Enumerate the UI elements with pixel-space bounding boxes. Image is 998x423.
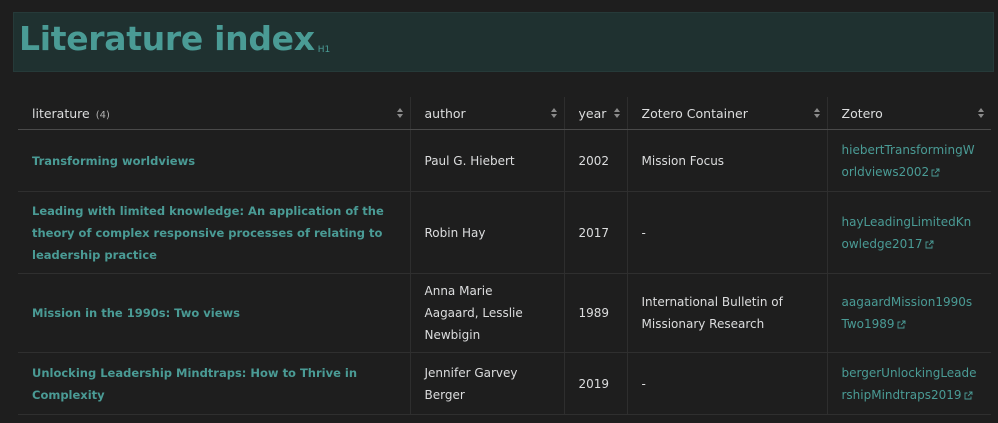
external-link-icon: [964, 391, 973, 400]
heading-bar: Literature index H1: [13, 12, 994, 72]
external-link-icon: [897, 320, 906, 329]
zotero-link-text: hiebertTransformingWorldviews2002: [841, 142, 975, 179]
author-cell: Paul G. Hiebert: [410, 129, 565, 192]
column-header-label: author: [424, 105, 466, 121]
sort-icon[interactable]: [978, 108, 984, 118]
table-header-row: literature (4) author year Zotero Contai…: [18, 97, 991, 130]
year-cell: 2002: [564, 129, 628, 192]
column-header-author[interactable]: author: [410, 97, 565, 130]
container-cell: -: [627, 352, 828, 415]
column-header-label: Zotero: [841, 105, 883, 121]
column-header-label: literature: [32, 105, 90, 121]
author-cell: Jennifer Garvey Berger: [410, 352, 565, 415]
table-row: Leading with limited knowledge: An appli…: [18, 191, 991, 274]
zotero-link-text: bergerUnlockingLeadershipMindtraps2019: [841, 365, 977, 402]
external-link-icon: [925, 240, 934, 249]
author-cell: Robin Hay: [410, 191, 565, 274]
heading-level-badge: H1: [317, 45, 331, 55]
page-title[interactable]: Literature index H1: [19, 19, 330, 70]
external-link-icon: [931, 168, 940, 177]
page-title-text: Literature index: [19, 19, 315, 58]
column-header-year[interactable]: year: [564, 97, 628, 130]
year-cell: 2019: [564, 352, 628, 415]
literature-link[interactable]: Leading with limited knowledge: An appli…: [18, 191, 411, 274]
zotero-link-text: hayLeadingLimitedKnowledge2017: [841, 214, 972, 251]
literature-table: literature (4) author year Zotero Contai…: [18, 97, 991, 415]
container-cell: Mission Focus: [627, 129, 828, 192]
container-cell: -: [627, 191, 828, 274]
table-row: Transforming worldviews Paul G. Hiebert …: [18, 129, 991, 192]
column-header-zotero-container[interactable]: Zotero Container: [627, 97, 828, 130]
row-count: (4): [95, 109, 110, 121]
literature-link[interactable]: Transforming worldviews: [18, 129, 411, 192]
zotero-link[interactable]: hayLeadingLimitedKnowledge2017: [827, 191, 991, 274]
sort-icon[interactable]: [396, 108, 403, 118]
container-cell: International Bulletin of Missionary Res…: [627, 273, 828, 353]
sort-icon[interactable]: [550, 108, 557, 118]
zotero-link[interactable]: aagaardMission1990sTwo1989: [827, 273, 991, 353]
zotero-link[interactable]: bergerUnlockingLeadershipMindtraps2019: [827, 352, 991, 415]
column-header-zotero[interactable]: Zotero: [827, 97, 991, 130]
zotero-link-text: aagaardMission1990sTwo1989: [841, 295, 973, 331]
table-row: Unlocking Leadership Mindtraps: How to T…: [18, 352, 991, 415]
year-cell: 1989: [564, 273, 628, 353]
literature-link[interactable]: Unlocking Leadership Mindtraps: How to T…: [18, 352, 411, 415]
sort-icon[interactable]: [813, 108, 820, 118]
sort-icon[interactable]: [613, 108, 620, 118]
zotero-link[interactable]: hiebertTransformingWorldviews2002: [827, 129, 991, 192]
author-cell: Anna Marie Aagaard, Lesslie Newbigin: [410, 273, 565, 353]
column-header-label: year: [578, 105, 607, 121]
year-cell: 2017: [564, 191, 628, 274]
column-header-literature[interactable]: literature (4): [18, 97, 411, 130]
literature-link[interactable]: Mission in the 1990s: Two views: [18, 273, 411, 353]
page: Literature index H1 literature (4) author…: [0, 0, 998, 423]
column-header-label: Zotero Container: [641, 105, 748, 121]
table-row: Mission in the 1990s: Two views Anna Mar…: [18, 273, 991, 353]
